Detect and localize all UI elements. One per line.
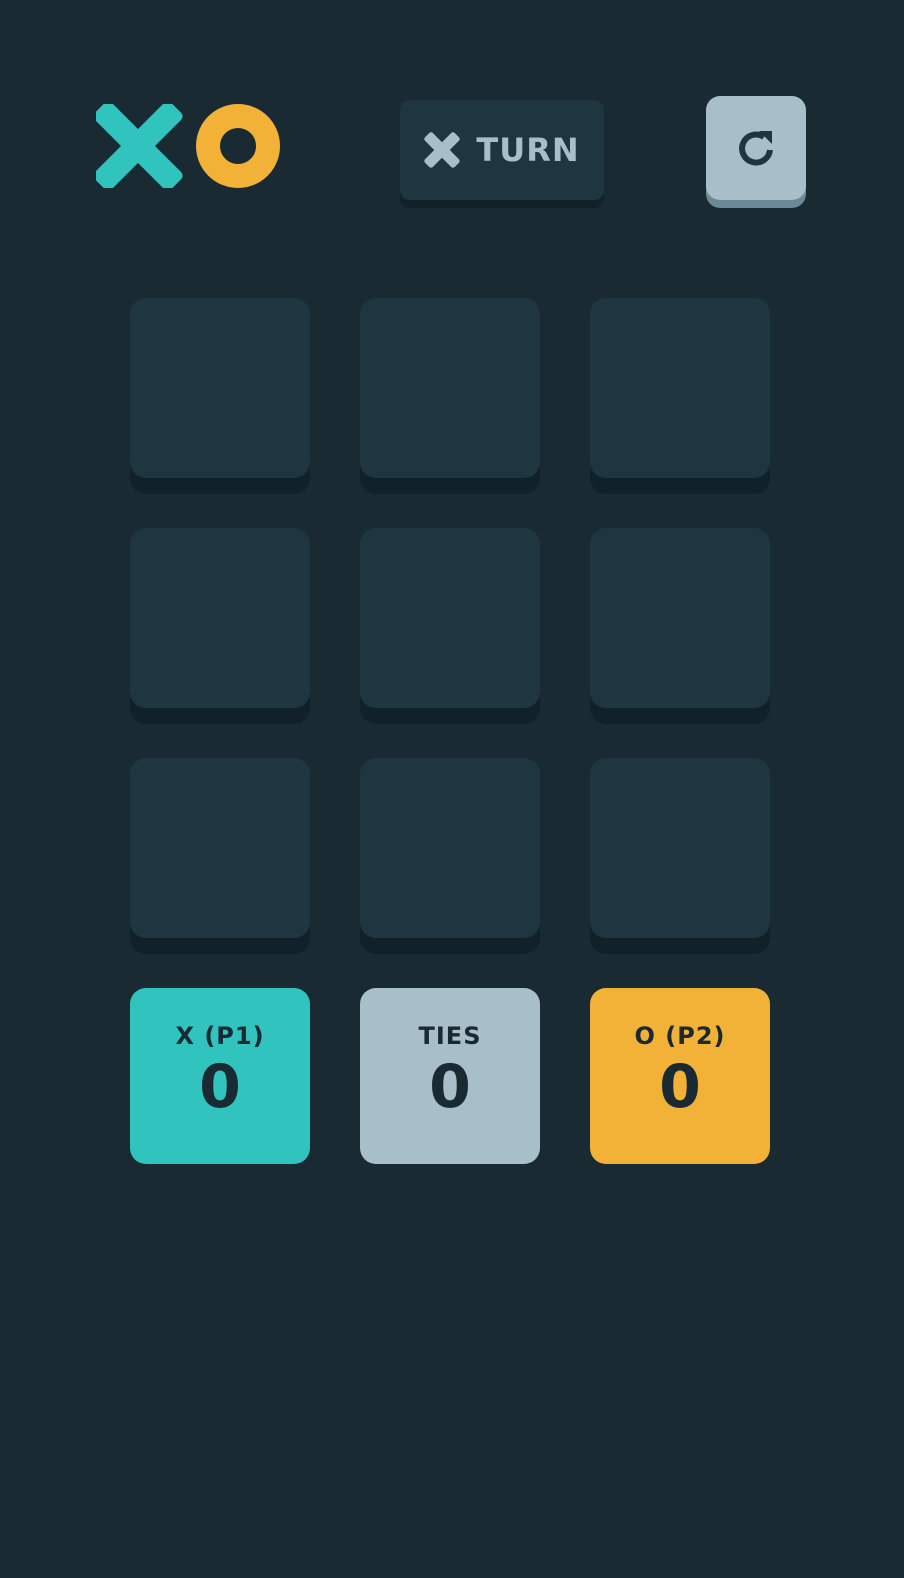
score-label-o: O (P2) xyxy=(634,1022,726,1050)
turn-label: TURN xyxy=(476,131,580,169)
score-value-x: 0 xyxy=(199,1052,241,1122)
logo-graphic xyxy=(96,104,280,188)
game-board xyxy=(130,298,770,938)
o-ring-icon xyxy=(196,104,280,188)
score-label-x: X (P1) xyxy=(175,1022,265,1050)
restart-button[interactable] xyxy=(706,96,806,200)
score-card-x: X (P1) 0 xyxy=(130,988,310,1164)
score-value-o: 0 xyxy=(659,1052,701,1122)
board-cell-7[interactable] xyxy=(130,758,310,938)
scoreboard: X (P1) 0 TIES 0 O (P2) 0 xyxy=(130,988,770,1164)
score-card-o: O (P2) 0 xyxy=(590,988,770,1164)
score-card-ties: TIES 0 xyxy=(360,988,540,1164)
board-cell-8[interactable] xyxy=(360,758,540,938)
turn-indicator: TURN xyxy=(400,100,604,200)
x-mark-icon xyxy=(96,104,183,188)
score-value-ties: 0 xyxy=(429,1052,471,1122)
board-cell-3[interactable] xyxy=(590,298,770,478)
restart-icon xyxy=(739,131,773,166)
score-label-ties: TIES xyxy=(418,1022,482,1050)
board-cell-1[interactable] xyxy=(130,298,310,478)
logo xyxy=(96,104,280,188)
board-cell-5[interactable] xyxy=(360,528,540,708)
board-cell-9[interactable] xyxy=(590,758,770,938)
x-mark-icon xyxy=(424,132,461,168)
board-cell-2[interactable] xyxy=(360,298,540,478)
board-cell-4[interactable] xyxy=(130,528,310,708)
board-cell-6[interactable] xyxy=(590,528,770,708)
